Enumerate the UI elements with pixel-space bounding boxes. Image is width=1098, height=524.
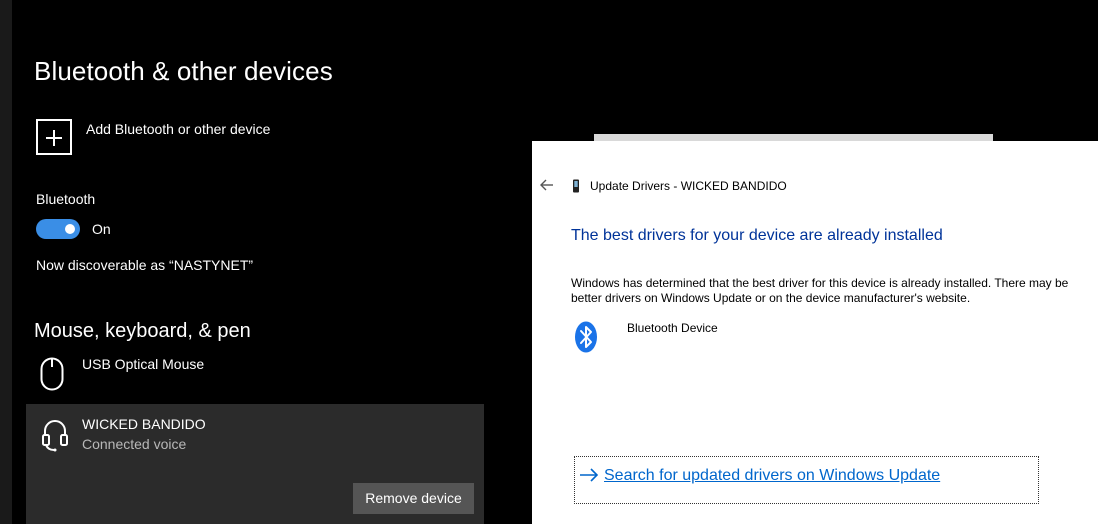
toggle-knob: [65, 224, 75, 234]
search-windows-update-link-text[interactable]: Search for updated drivers on Windows Up…: [604, 467, 940, 485]
device-status: Connected voice: [82, 436, 187, 452]
page-title: Bluetooth & other devices: [34, 56, 333, 86]
device-icon: [573, 179, 579, 193]
device-item-wicked-bandido[interactable]: WICKED BANDIDO Connected voice Remove de…: [26, 404, 484, 524]
dialog-body-text: Windows has determined that the best dri…: [571, 276, 1069, 305]
left-edge-strip: [0, 0, 12, 524]
arrow-right-icon: [580, 468, 599, 482]
bluetooth-label: Bluetooth: [36, 191, 96, 207]
bluetooth-toggle[interactable]: [36, 219, 80, 239]
search-windows-update-link[interactable]: Search for updated drivers on Windows Up…: [574, 456, 1039, 504]
remove-device-button[interactable]: Remove device: [353, 483, 474, 514]
back-arrow-icon[interactable]: [540, 179, 554, 191]
bluetooth-icon: [575, 321, 597, 353]
bluetooth-toggle-state: On: [92, 221, 111, 237]
discoverable-text: Now discoverable as “NASTYNET”: [36, 257, 254, 273]
device-name-usb-mouse[interactable]: USB Optical Mouse: [82, 356, 204, 372]
bluetooth-device-label: Bluetooth Device: [627, 321, 718, 335]
add-device-label[interactable]: Add Bluetooth or other device: [86, 121, 270, 137]
dialog-title: Update Drivers - WICKED BANDIDO: [590, 179, 787, 193]
desktop: Bluetooth & other devices Add Bluetooth …: [0, 0, 1098, 524]
add-device-button[interactable]: [36, 119, 72, 155]
device-name-wicked-bandido: WICKED BANDIDO: [82, 416, 206, 432]
headset-icon: [42, 420, 68, 452]
dialog-heading: The best drivers for your device are alr…: [571, 227, 943, 244]
mouse-icon: [40, 357, 64, 391]
section-title-mouse-keyboard-pen: Mouse, keyboard, & pen: [34, 320, 251, 342]
update-drivers-dialog: Update Drivers - WICKED BANDIDO The best…: [532, 141, 1098, 524]
